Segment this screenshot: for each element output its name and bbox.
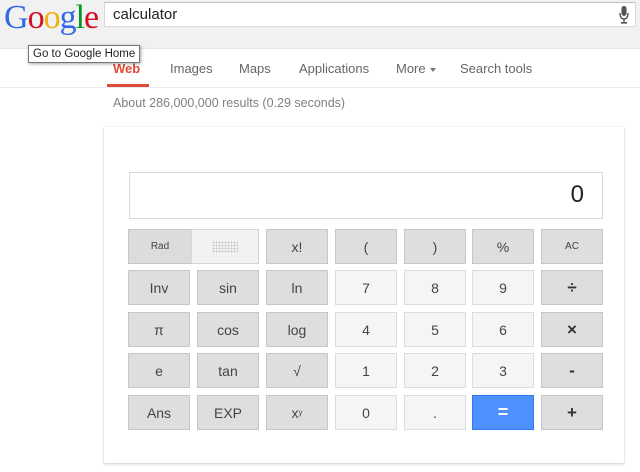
result-stats: About 286,000,000 results (0.29 seconds) xyxy=(113,96,346,110)
logo-letter: l xyxy=(75,0,86,36)
sqrt-button[interactable]: √ xyxy=(266,353,328,388)
power-base: x xyxy=(291,404,299,421)
tab-applications[interactable]: Applications xyxy=(299,61,369,76)
google-logo[interactable]: Google xyxy=(4,0,99,38)
all-clear-button[interactable]: AC xyxy=(541,229,603,264)
left-paren-button[interactable]: ( xyxy=(335,229,397,264)
digit-1-button[interactable]: 1 xyxy=(335,353,397,388)
logo-letter: e xyxy=(84,0,99,36)
log-button[interactable]: log xyxy=(266,312,328,347)
exp-button[interactable]: EXP xyxy=(197,395,259,430)
percent-button[interactable]: % xyxy=(472,229,534,264)
inverse-button[interactable]: Inv xyxy=(128,270,190,305)
display-value: 0 xyxy=(570,181,584,208)
pi-button[interactable]: π xyxy=(128,312,190,347)
tooltip: Go to Google Home xyxy=(28,45,141,63)
tab-images[interactable]: Images xyxy=(170,61,213,76)
top-bar: Google xyxy=(0,0,640,49)
logo-letter: G xyxy=(4,0,29,36)
decimal-point-button[interactable]: . xyxy=(404,395,466,430)
tab-web[interactable]: Web xyxy=(113,61,140,76)
digit-0-button[interactable]: 0 xyxy=(335,395,397,430)
logo-letter: o xyxy=(27,0,45,36)
cos-button[interactable]: cos xyxy=(197,312,259,347)
digit-8-button[interactable]: 8 xyxy=(404,270,466,305)
chevron-down-icon xyxy=(429,67,436,72)
digit-5-button[interactable]: 5 xyxy=(404,312,466,347)
tab-maps[interactable]: Maps xyxy=(239,61,271,76)
plus-button[interactable]: + xyxy=(541,395,603,430)
ln-button[interactable]: ln xyxy=(266,270,328,305)
search-input[interactable] xyxy=(113,5,593,24)
tab-more-label: More xyxy=(396,61,426,76)
digit-6-button[interactable]: 6 xyxy=(472,312,534,347)
answer-button[interactable]: Ans xyxy=(128,395,190,430)
search-tools-button[interactable]: Search tools xyxy=(460,61,532,76)
microphone-icon[interactable] xyxy=(619,6,629,24)
divide-button[interactable]: ÷ xyxy=(541,270,603,305)
digit-2-button[interactable]: 2 xyxy=(404,353,466,388)
calculator-display: 0 xyxy=(129,172,603,219)
digit-3-button[interactable]: 3 xyxy=(472,353,534,388)
search-box xyxy=(104,2,636,27)
power-exponent: y xyxy=(298,408,303,417)
active-tab-indicator xyxy=(107,84,149,87)
digit-4-button[interactable]: 4 xyxy=(335,312,397,347)
digit-7-button[interactable]: 7 xyxy=(335,270,397,305)
rad-button[interactable]: Rad xyxy=(128,229,191,264)
right-paren-button[interactable]: ) xyxy=(404,229,466,264)
multiply-button[interactable]: × xyxy=(541,312,603,347)
tan-button[interactable]: tan xyxy=(197,353,259,388)
factorial-button[interactable]: x! xyxy=(266,229,328,264)
power-button[interactable]: xy xyxy=(266,395,328,430)
deg-button[interactable] xyxy=(191,229,259,264)
digit-9-button[interactable]: 9 xyxy=(472,270,534,305)
deg-placeholder-icon xyxy=(212,240,238,253)
logo-letter: g xyxy=(59,0,77,36)
logo-letter: o xyxy=(43,0,61,36)
sin-button[interactable]: sin xyxy=(197,270,259,305)
euler-button[interactable]: e xyxy=(128,353,190,388)
minus-button[interactable]: - xyxy=(541,353,603,388)
tab-more[interactable]: More xyxy=(396,61,436,76)
equals-button[interactable]: = xyxy=(472,395,534,430)
